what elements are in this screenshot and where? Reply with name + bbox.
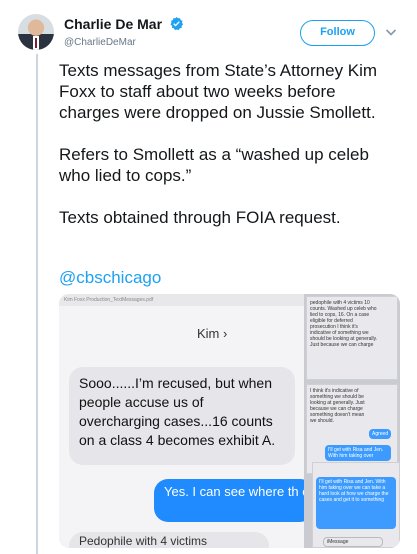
follow-button[interactable]: Follow (300, 20, 375, 46)
thread-line (36, 54, 38, 554)
tweet-paragraph: Texts obtained through FOIA request. (59, 208, 341, 227)
tweet-body: Texts messages from State’s Attorney Kim… (59, 60, 399, 249)
received-message-bubble: Pedophile with 4 victims (69, 532, 269, 548)
side-screenshot-2: I think it's indicative of something we … (306, 384, 398, 474)
side-blue-bubble: I'll get with Risa and Jen. With him tak… (316, 477, 396, 529)
avatar[interactable] (18, 14, 54, 50)
author-display-name[interactable]: Charlie De Mar (64, 16, 162, 32)
file-name-label: Kim Foxx Production_TextMessages.pdf (59, 294, 309, 306)
chevron-down-icon[interactable] (383, 24, 399, 40)
side-text: I think it's indicative of something we … (310, 388, 365, 424)
text-message-photo-side[interactable]: pedophile with 4 victims 10 counts. Wash… (304, 294, 400, 548)
tweet-paragraph: Texts messages from State’s Attorney Kim… (59, 61, 378, 122)
author-handle[interactable]: @CharlieDeMar (64, 37, 184, 48)
side-screenshot-1: pedophile with 4 victims 10 counts. Wash… (306, 296, 398, 380)
side-blue-bubble: I'll get with Risa and Jen. With him tak… (325, 445, 391, 461)
avatar-tie (35, 38, 37, 48)
verified-badge-icon (169, 16, 183, 31)
author-block[interactable]: Charlie De Mar @CharlieDeMar (64, 16, 184, 48)
side-imessage-field: iMessage (323, 537, 383, 547)
side-text: pedophile with 4 victims 10 counts. Wash… (310, 300, 378, 348)
sent-message-bubble: Yes. I can see where th can be seen as e… (154, 479, 314, 522)
text-message-photo-main[interactable]: Kim Foxx Production_TextMessages.pdf Kim… (59, 294, 314, 548)
tweet-paragraph: Refers to Smollett as a “washed up celeb… (59, 145, 369, 185)
side-agreed-bubble: Agreed (369, 429, 392, 439)
mention-link[interactable]: @cbschicago (59, 268, 161, 288)
contact-name: Kim › (197, 326, 228, 341)
tweet-header: Charlie De Mar @CharlieDeMar Follow (18, 14, 403, 54)
received-message-bubble: Sooo......I’m recused, but when people a… (69, 367, 295, 465)
side-screenshot-3: I'll get with Risa and Jen. With him tak… (312, 462, 400, 548)
tweet-media[interactable]: Kim Foxx Production_TextMessages.pdf Kim… (59, 294, 400, 548)
